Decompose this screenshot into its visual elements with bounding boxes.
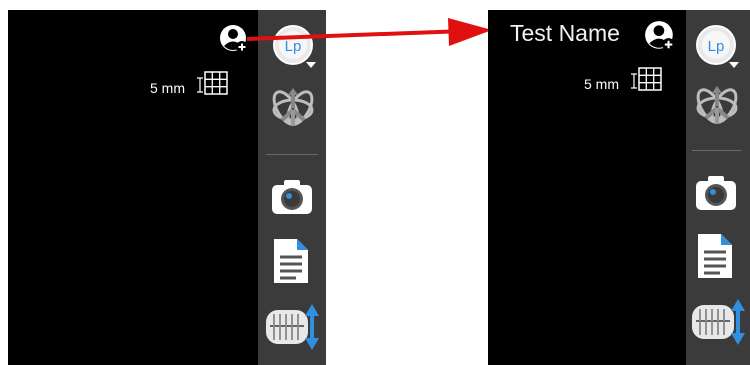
scale-label: 5 mm <box>584 76 619 92</box>
camera-icon[interactable] <box>695 173 737 211</box>
3d-orientation-icon[interactable] <box>694 80 740 130</box>
toolbar-separator <box>692 150 742 151</box>
add-patient-icon[interactable] <box>219 24 249 54</box>
3d-orientation-icon[interactable] <box>270 82 316 132</box>
document-icon[interactable] <box>272 237 310 285</box>
viewport-after[interactable]: Test Name 5 mm <box>488 10 686 365</box>
scale-bar-icon <box>197 76 203 94</box>
toolbar-after: Lp <box>686 10 750 365</box>
profile-menu-button[interactable]: Lp <box>272 24 318 70</box>
document-icon[interactable] <box>696 232 734 280</box>
logo-text: Lp <box>708 38 725 55</box>
teeth-occlusion-icon[interactable] <box>690 295 748 353</box>
grid-icon[interactable] <box>638 67 662 91</box>
viewport-before[interactable]: 5 mm <box>8 10 258 365</box>
toolbar-separator <box>266 154 318 155</box>
profile-menu-button[interactable]: Lp <box>695 24 741 70</box>
camera-icon[interactable] <box>271 177 313 215</box>
scale-label: 5 mm <box>150 80 185 96</box>
grid-icon[interactable] <box>204 71 228 95</box>
logo-text: Lp <box>285 38 302 55</box>
patient-name: Test Name <box>510 20 620 46</box>
toolbar-before: Lp <box>258 10 326 365</box>
scale-bar-icon <box>631 72 637 90</box>
before-panel: 5 mm Lp <box>8 10 326 365</box>
teeth-occlusion-icon[interactable] <box>264 300 322 358</box>
add-patient-icon[interactable] <box>644 20 676 52</box>
after-panel: Test Name 5 mm Lp <box>488 10 750 365</box>
